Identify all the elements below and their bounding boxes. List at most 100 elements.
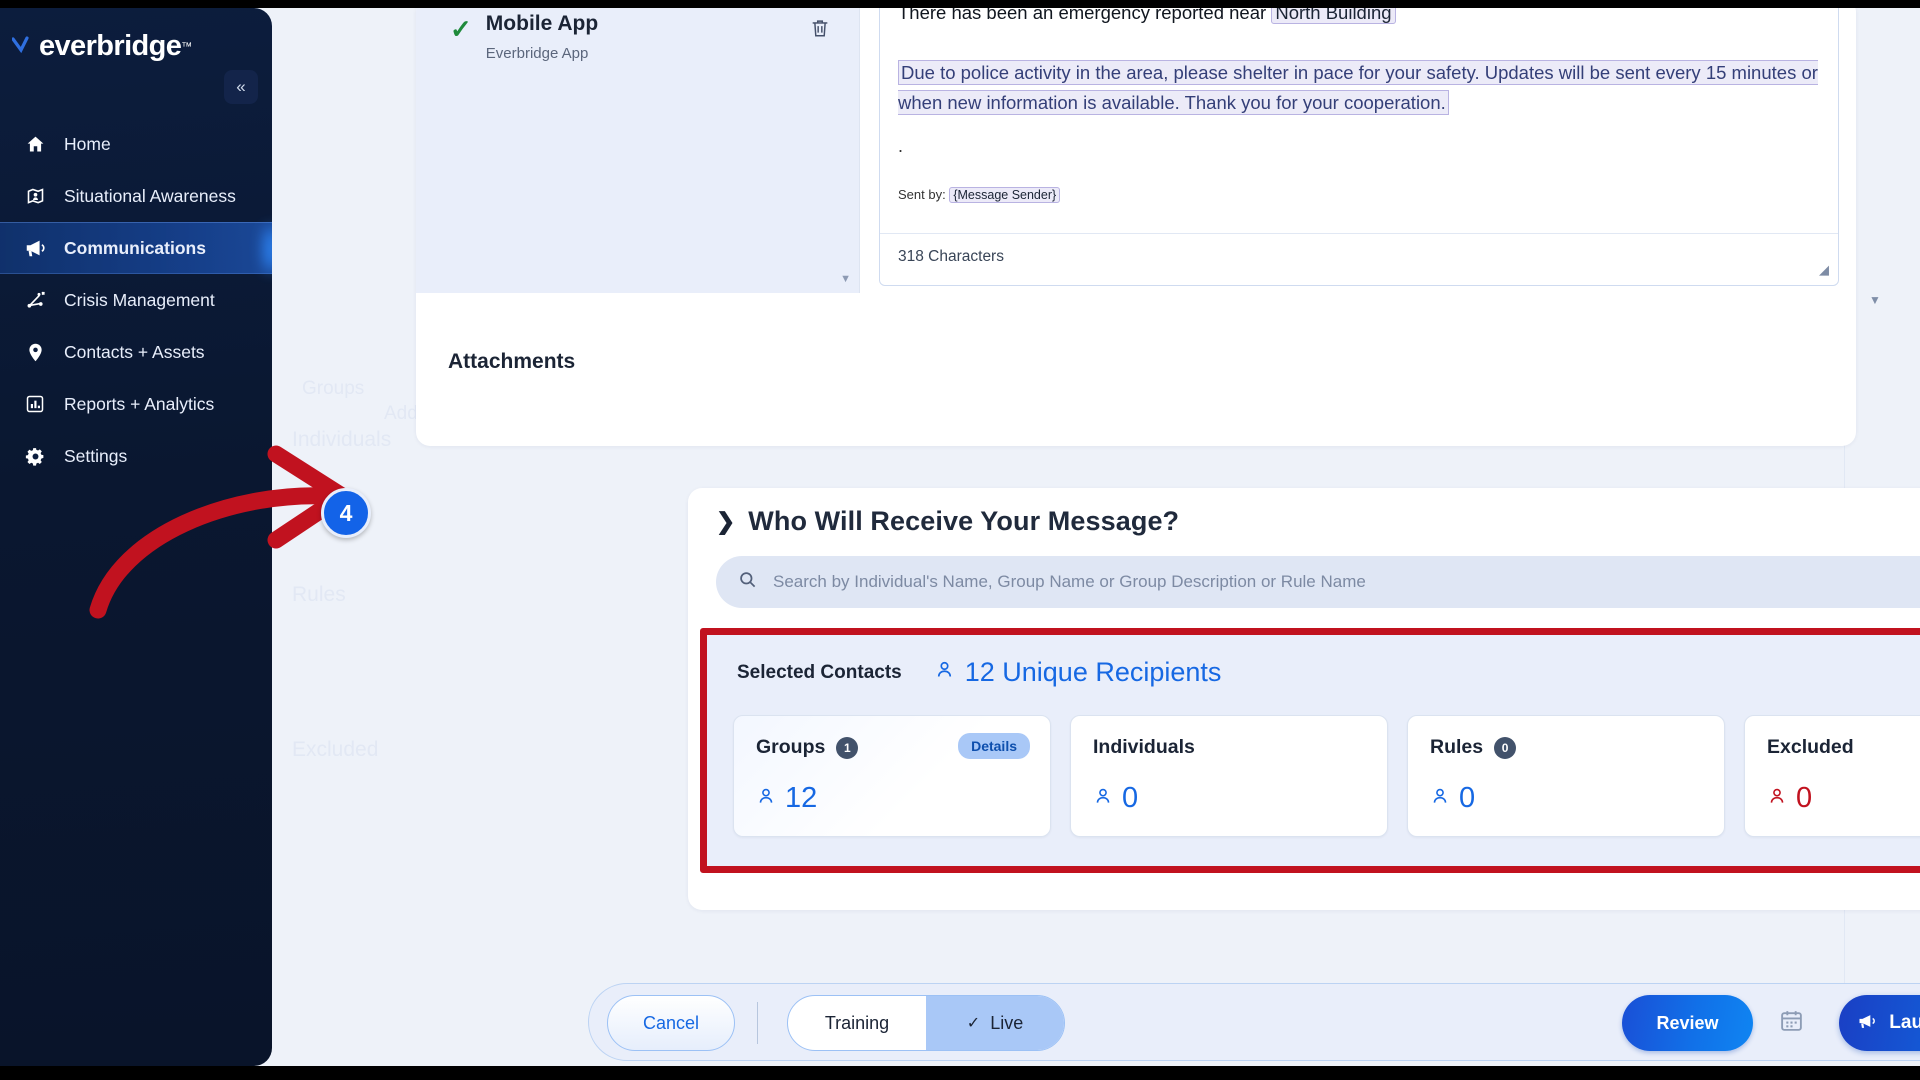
individuals-recipient-count: 0 [1093,782,1138,815]
recipient-card-individuals[interactable]: Individuals 0 [1070,715,1388,837]
sidebar-item-label: Communications [64,237,206,258]
sidebar-item-contacts-assets[interactable]: Contacts + Assets [0,326,272,378]
message-line-1-prefix: There has been an emergency reported nea… [898,8,1272,23]
sidebar-item-label: Situational Awareness [64,185,236,206]
unique-recipients-summary[interactable]: 12 Unique Recipients [934,657,1222,688]
character-count: 318 Characters [898,248,1004,265]
screen-top-border [0,0,1920,8]
token-message-sender: {Message Sender} [949,187,1061,203]
collapse-sidebar-button[interactable]: « [224,70,258,104]
rules-count-value: 0 [1459,782,1476,814]
search-icon [738,570,757,594]
rules-count-badge: 0 [1494,736,1517,759]
launch-communication-button[interactable]: Launch Communication [1839,995,1920,1051]
sidebar-item-home[interactable]: Home [0,118,272,170]
recipient-card-groups[interactable]: Groups 1 Details 12 [733,715,1051,837]
selected-contacts-highlight-box: Selected Contacts 12 Unique Recipients G… [700,628,1920,873]
unique-recipients-text: 12 Unique Recipients [964,657,1222,687]
ghost-groups-label: Groups [302,378,365,399]
delivery-method-pane: ✓ Mobile App Everbridge App ▼ [416,8,860,293]
message-text-area[interactable]: There has been an emergency reported nea… [879,8,1839,286]
trash-icon[interactable] [809,16,831,46]
nodes-icon [22,290,48,311]
recipient-card-excluded[interactable]: Excluded 0 [1744,715,1920,837]
person-icon [1093,786,1113,812]
mode-option-live-label: Live [990,1012,1024,1033]
ghost-individuals: Individuals [292,428,392,451]
groups-count-value: 12 [785,782,818,814]
message-line-1: There has been an emergency reported nea… [898,8,1824,28]
chevron-double-left-icon: « [236,77,246,96]
sent-by-row: Sent by: {Message Sender} [898,187,1061,203]
location-pin-icon [22,342,48,363]
token-north-building: North Building [1271,8,1396,24]
everbridge-mark-icon [11,35,38,58]
megaphone-icon [1857,1011,1877,1036]
recipients-title: Who Will Receive Your Message? [748,506,1180,536]
message-trailing-dot: . [898,135,904,156]
sidebar-item-label: Crisis Management [64,289,215,310]
sidebar-item-situational-awareness[interactable]: Situational Awareness [0,170,272,222]
chevron-right-icon: ❯ [716,508,736,534]
recipient-card-title: Groups 1 [756,736,859,759]
recipient-card-title: Rules 0 [1430,736,1517,759]
home-icon [22,134,48,155]
delivery-method-subtitle: Everbridge App [485,45,589,62]
screen-bottom-border [0,1066,1920,1080]
calendar-icon[interactable] [1779,1008,1804,1040]
selected-contacts-row: Selected Contacts 12 Unique Recipients [737,657,1221,688]
message-highlight-block: Due to police activity in the area, plea… [898,58,1824,118]
attachments-label: Attachments [448,350,576,373]
sent-by-label: Sent by: [898,187,946,202]
message-footer: 318 Characters ◢ [880,233,1838,285]
recipient-card-rules[interactable]: Rules 0 0 [1407,715,1725,837]
ghost-excluded: Excluded [292,738,379,761]
bar-chart-icon [22,394,48,414]
groups-details-button[interactable]: Details [958,733,1030,759]
action-bar-divider [757,1002,758,1044]
recipient-search-input[interactable]: Search by Individual's Name, Group Name … [716,556,1920,608]
message-highlight-text: Due to police activity in the area, plea… [898,59,1818,115]
sidebar-item-crisis-management[interactable]: Crisis Management [0,274,272,326]
excluded-count-value: 0 [1796,782,1813,814]
sidebar-nav: Home Situational Awareness Communication… [0,118,272,482]
recipient-card-title: Excluded [1767,736,1854,759]
selected-contacts-label: Selected Contacts [737,661,902,683]
mode-option-live[interactable]: ✓ Live [926,996,1064,1050]
recipient-card-title-text: Rules [1430,736,1484,758]
person-icon [1430,786,1450,812]
resize-handle[interactable]: ◢ [1819,262,1829,278]
sidebar-item-communications[interactable]: Communications [0,222,272,274]
everbridge-logo: everbridge ™ [11,30,193,63]
brand-trademark: ™ [181,40,193,53]
brand-name: everbridge [39,30,182,62]
excluded-recipient-count: 0 [1767,782,1812,815]
megaphone-icon [22,237,48,259]
sidebar-item-settings[interactable]: Settings [0,430,272,482]
mode-option-training[interactable]: Training [788,996,926,1050]
pane-scroll-down-icon[interactable]: ▼ [840,273,851,285]
sidebar-item-reports-analytics[interactable]: Reports + Analytics [0,378,272,430]
check-icon: ✓ [450,14,472,44]
message-composer-card: ✓ Mobile App Everbridge App ▼ There has … [416,8,1856,446]
recipient-card-title-text: Excluded [1767,736,1854,758]
review-button[interactable]: Review [1622,995,1753,1051]
map-pin-person-icon [22,186,48,207]
scroll-down-arrow-icon[interactable]: ▼ [1869,293,1881,307]
delivery-method-header: ✓ Mobile App Everbridge App [450,12,598,62]
recipient-search-wrap: Search by Individual's Name, Group Name … [716,556,1920,608]
main-content: Recipient Details 12 Total Unique Recipi… [272,8,1920,1066]
person-icon [1767,786,1787,812]
sidebar-item-label: Home [64,133,111,154]
cancel-button[interactable]: Cancel [607,995,735,1051]
groups-recipient-count: 12 [756,782,817,815]
sidebar-item-label: Contacts + Assets [64,341,205,362]
sidebar: everbridge ™ « Home Situational Awarenes… [0,8,272,1066]
rules-recipient-count: 0 [1430,782,1475,815]
individuals-count-value: 0 [1122,782,1139,814]
person-icon [756,786,776,812]
recipients-header[interactable]: ❯ Who Will Receive Your Message? [716,506,1179,537]
recipient-category-cards: Groups 1 Details 12 Individuals 0 Rules … [733,715,1920,837]
sidebar-item-label: Reports + Analytics [64,393,215,414]
recipient-search-placeholder: Search by Individual's Name, Group Name … [773,572,1366,591]
